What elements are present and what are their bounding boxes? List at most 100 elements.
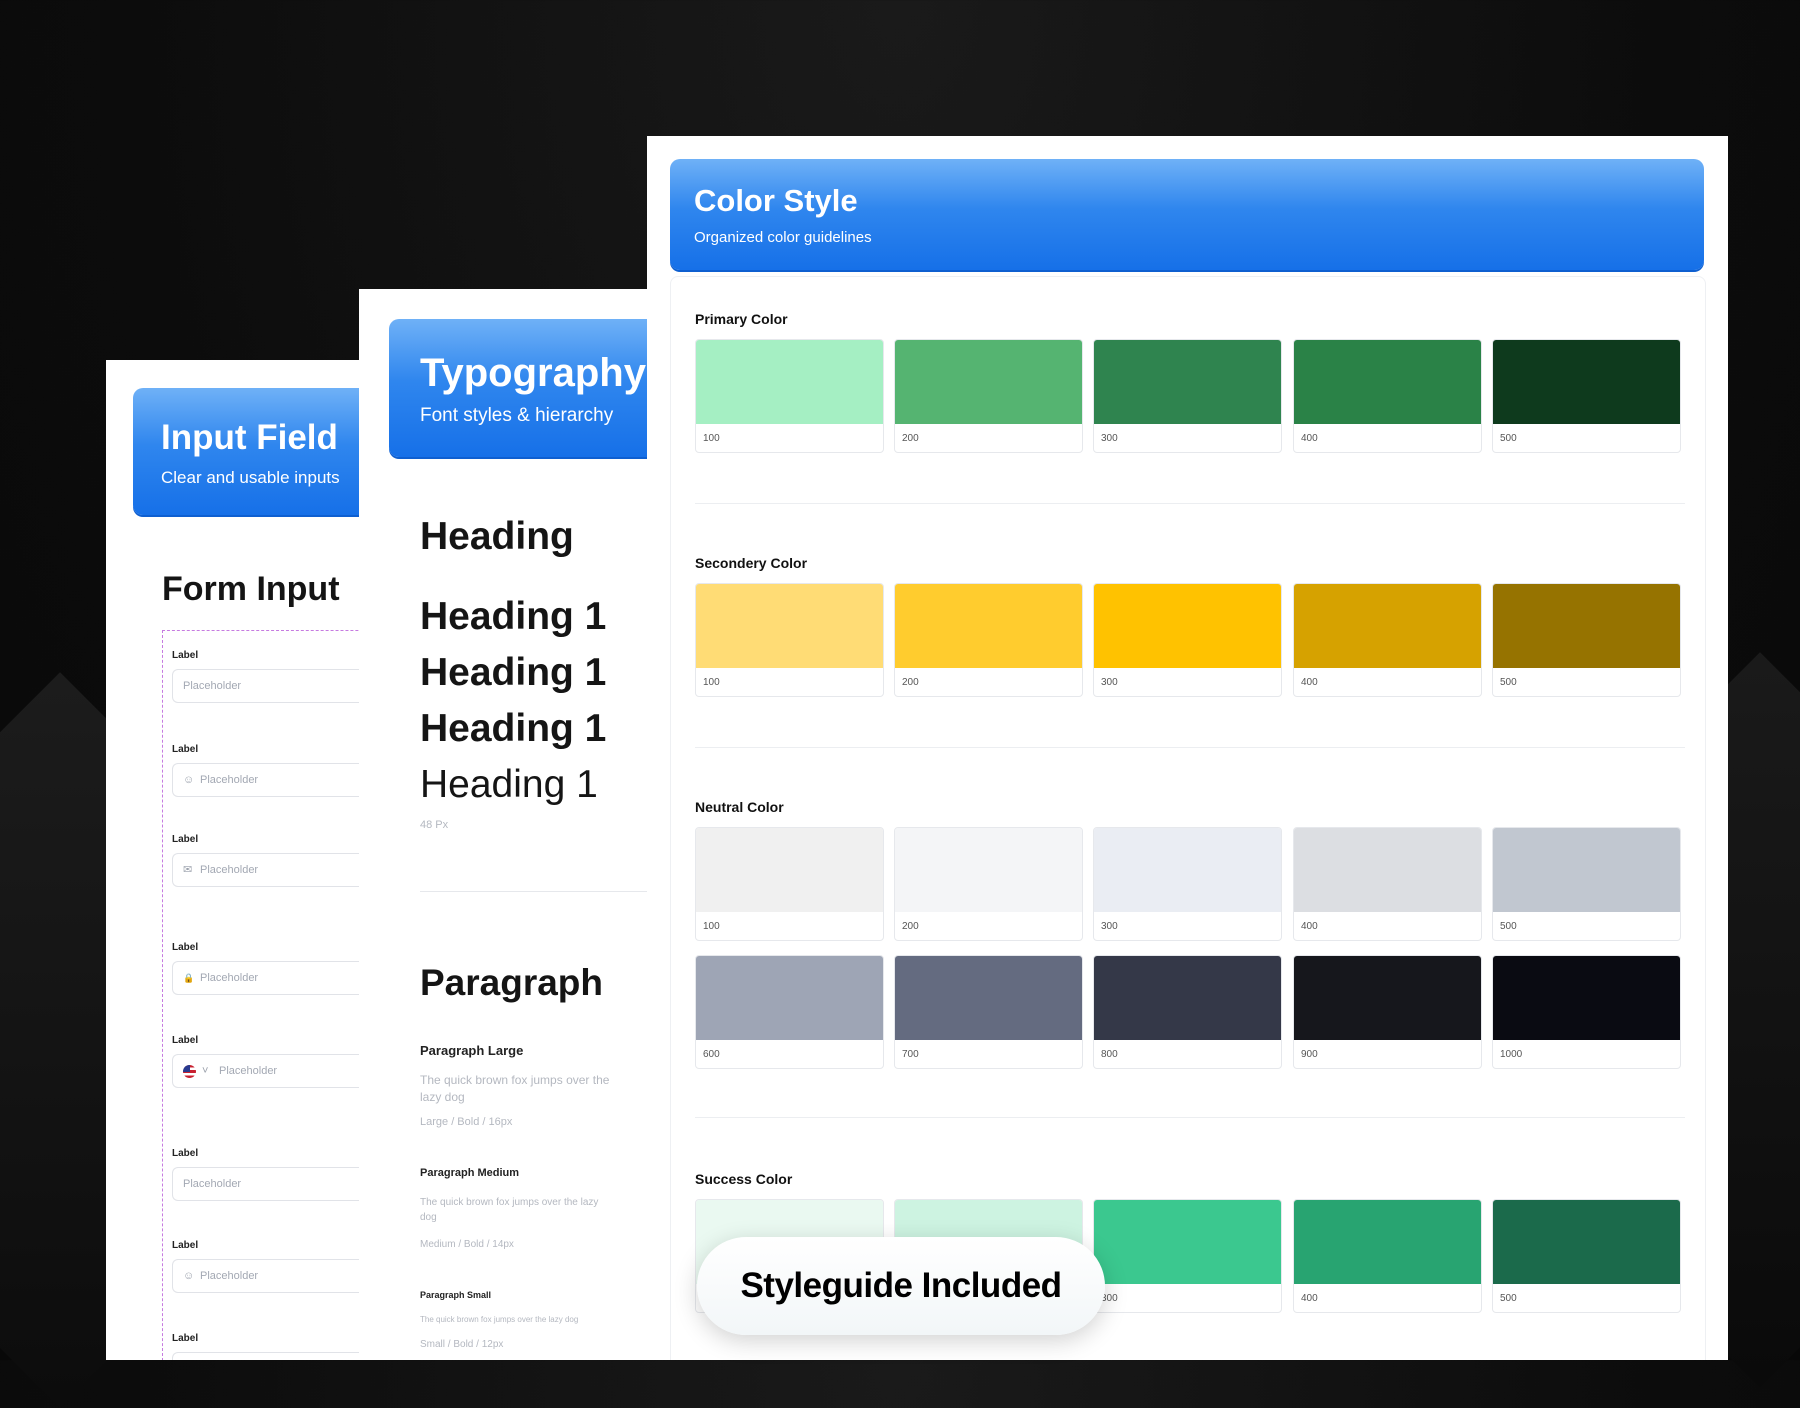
color-swatch: 200: [894, 339, 1083, 453]
swatch-color-fill: [1094, 584, 1281, 668]
swatch-color-fill: [895, 340, 1082, 424]
text-input[interactable]: ☺ Placeholder: [172, 1259, 376, 1293]
input-field: Label Placeholder: [172, 650, 376, 703]
heading-sample-bold: Heading 1: [420, 595, 607, 638]
color-swatch: 400: [1293, 339, 1482, 453]
heading-size-note: 48 Px: [420, 819, 449, 831]
field-label: Label: [172, 834, 199, 845]
text-input[interactable]: ✉Placeholder: [172, 1352, 376, 1360]
swatch-color-fill: [1294, 340, 1481, 424]
color-swatch: 500: [1492, 827, 1681, 941]
heading-sample-regular: Heading 1: [420, 763, 598, 806]
swatch-label: 400: [1301, 1293, 1318, 1304]
typography-sheet: Typography Font styles & hierarchy Headi…: [359, 289, 659, 1360]
swatch-label: 600: [703, 1049, 720, 1060]
input-field: Label 🔒 Placeholder: [172, 942, 376, 995]
text-input[interactable]: ˅ Placeholder: [172, 1054, 376, 1088]
swatch-color-fill: [895, 584, 1082, 668]
heading-section-title: Heading: [420, 515, 574, 558]
swatch-color-fill: [696, 584, 883, 668]
swatch-label: 500: [1500, 921, 1517, 932]
text-input[interactable]: 🔒 Placeholder: [172, 961, 376, 995]
input-placeholder: Placeholder: [183, 680, 242, 692]
swatch-color-fill: [1094, 828, 1281, 912]
swatch-color-fill: [1493, 828, 1680, 912]
swatch-label: 200: [902, 677, 919, 688]
color-swatch: 500: [1492, 583, 1681, 697]
paragraph-small-title: Paragraph Small: [420, 1290, 492, 1300]
swatch-label: 100: [703, 433, 720, 444]
swatch-color-fill: [1493, 1200, 1680, 1284]
input-field-sheet: Input Field Clear and usable inputs Form…: [106, 360, 376, 1360]
swatch-label: 400: [1301, 677, 1318, 688]
color-swatch: 800: [1093, 955, 1282, 1069]
swatch-label: 400: [1301, 921, 1318, 932]
paragraph-section-title: Paragraph: [420, 962, 604, 1003]
swatch-color-fill: [696, 340, 883, 424]
color-swatch: 400: [1293, 1199, 1482, 1313]
chevron-down-icon[interactable]: ˅: [202, 1065, 213, 1077]
swatch-color-fill: [1094, 1200, 1281, 1284]
input-field: Label Placeholder: [172, 1148, 376, 1201]
swatch-color-fill: [895, 956, 1082, 1040]
color-swatch: 100: [695, 827, 884, 941]
swatch-label: 200: [902, 433, 919, 444]
input-field: Label ✉Placeholder: [172, 1333, 376, 1360]
color-swatch: 400: [1293, 583, 1482, 697]
banner-subtitle: Organized color guidelines: [694, 229, 872, 246]
swatch-label: 900: [1301, 1049, 1318, 1060]
paragraph-medium-sample: The quick brown fox jumps over the lazy …: [420, 1197, 599, 1223]
field-label: Label: [172, 1035, 199, 1046]
swatch-color-fill: [1294, 828, 1481, 912]
paragraph-small-spec: Small / Bold / 12px: [420, 1339, 504, 1350]
text-input[interactable]: ☺ Placeholder: [172, 763, 376, 797]
color-swatch: 400: [1293, 827, 1482, 941]
input-placeholder: Placeholder: [200, 774, 259, 786]
color-swatch: 300: [1093, 1199, 1282, 1313]
swatch-color-fill: [696, 956, 883, 1040]
swatch-label: 200: [902, 921, 919, 932]
color-group-title: Neutral Color: [695, 799, 784, 815]
field-label: Label: [172, 744, 199, 755]
color-group-title: Secondery Color: [695, 555, 808, 571]
swatch-label: 300: [1101, 921, 1118, 932]
input-placeholder: Placeholder: [200, 864, 259, 876]
field-label: Label: [172, 942, 199, 953]
divider: [695, 503, 1685, 504]
input-field: Label ☺ Placeholder: [172, 1240, 376, 1293]
color-swatch: 200: [894, 827, 1083, 941]
color-swatch: 100: [695, 583, 884, 697]
swatch-color-fill: [1493, 584, 1680, 668]
color-swatch: 200: [894, 583, 1083, 697]
swatch-label: 300: [1101, 1293, 1118, 1304]
color-swatch: 700: [894, 955, 1083, 1069]
color-swatch: 600: [695, 955, 884, 1069]
swatch-label: 300: [1101, 677, 1118, 688]
field-label: Label: [172, 1333, 199, 1344]
field-label: Label: [172, 1148, 199, 1159]
text-input[interactable]: Placeholder: [172, 669, 376, 703]
color-swatch: 100: [695, 339, 884, 453]
field-label: Label: [172, 650, 199, 661]
paragraph-small-sample: The quick brown fox jumps over the lazy …: [420, 1315, 579, 1324]
banner-title: Color Style: [694, 183, 858, 218]
swatch-color-fill: [1094, 340, 1281, 424]
color-swatch: 300: [1093, 827, 1282, 941]
divider: [420, 891, 659, 892]
heading-sample-semibold: Heading 1: [420, 651, 607, 694]
swatch-color-fill: [1493, 956, 1680, 1040]
us-flag-icon: [183, 1064, 196, 1078]
input-field: Label ☺ Placeholder: [172, 744, 376, 797]
swatch-label: 500: [1500, 677, 1517, 688]
text-input[interactable]: ✉Placeholder: [172, 853, 376, 887]
banner-subtitle: Font styles & hierarchy: [420, 405, 614, 426]
user-icon: ☺: [183, 773, 195, 786]
swatch-color-fill: [1294, 584, 1481, 668]
banner-title: Typography: [420, 351, 646, 395]
swatch-label: 500: [1500, 1293, 1517, 1304]
typography-banner: Typography Font styles & hierarchy: [389, 319, 659, 457]
input-placeholder: Placeholder: [183, 1178, 242, 1190]
text-input[interactable]: Placeholder: [172, 1167, 376, 1201]
color-swatch: 900: [1293, 955, 1482, 1069]
color-swatch: 300: [1093, 583, 1282, 697]
